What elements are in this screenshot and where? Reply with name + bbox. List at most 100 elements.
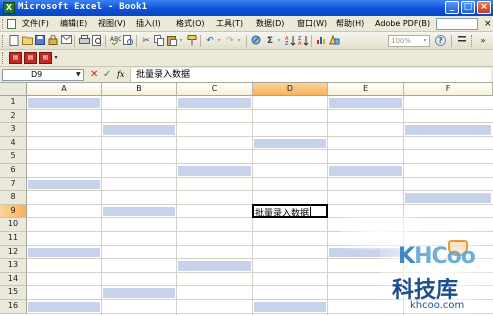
column-header-d[interactable]: D [253,83,328,96]
autosum-dropdown[interactable]: ▾ [276,35,282,47]
name-box-dropdown-icon[interactable]: ▼ [76,70,81,80]
row-header-9[interactable]: 9 [0,204,27,219]
cut-icon[interactable]: ✂ [140,35,152,47]
name-box[interactable]: D9 [2,69,84,81]
sort-ascending-icon[interactable]: AZ [284,35,296,47]
menu-edit[interactable]: 编辑(E) [60,18,87,30]
select-all-corner[interactable] [0,83,27,96]
row-header-8[interactable]: 8 [0,191,27,205]
row-header-4[interactable]: 4 [0,136,27,151]
research-icon[interactable] [122,35,134,47]
cancel-entry-icon[interactable]: ✕ [90,69,98,81]
help-search-input[interactable] [436,18,478,30]
minimize-button[interactable]: _ [445,1,459,14]
menu-window[interactable]: 窗口(W) [297,18,327,30]
menu-view[interactable]: 视图(V) [98,18,126,30]
menubar-grip[interactable] [2,19,5,29]
format-painter-icon[interactable] [186,35,198,47]
convert-to-pdf-icon[interactable]: ▤ [9,52,22,64]
maximize-button[interactable]: □ [461,1,475,14]
cell-c6[interactable] [178,166,251,176]
hyperlink-icon[interactable] [250,35,262,47]
column-header-c[interactable]: C [177,83,253,96]
undo-dropdown[interactable]: ▾ [216,35,222,47]
convert-and-review-pdf-icon[interactable]: ▤ [39,52,52,64]
pdf-toolbar-grip[interactable] [2,52,5,64]
print-icon[interactable] [78,35,90,47]
paste-options-dropdown[interactable]: ▾ [178,35,184,47]
row-header-11[interactable]: 11 [0,232,27,246]
row-header-12[interactable]: 12 [0,245,27,260]
menu-format[interactable]: 格式(O) [176,18,205,30]
open-icon[interactable] [21,35,33,47]
redo-dropdown[interactable]: ▾ [236,35,242,47]
menu-help[interactable]: 帮助(H) [336,18,364,30]
close-button[interactable]: × [477,1,491,14]
cell-e6[interactable] [329,166,402,176]
row-header-13[interactable]: 13 [0,259,27,273]
undo-icon[interactable]: ↶ [204,35,216,47]
formatting-toolbar-chevron[interactable]: » [476,35,490,47]
active-cell-d9[interactable]: 批量录入数据 [252,203,328,219]
menu-insert[interactable]: 插入(I) [136,18,161,30]
print-preview-icon[interactable] [91,35,103,47]
cell-b9[interactable] [103,206,175,217]
row-header-3[interactable]: 3 [0,123,27,137]
row-header-1[interactable]: 1 [0,96,27,110]
formula-input[interactable]: 批量录入数据 [130,68,491,82]
column-header-f[interactable]: F [404,83,493,96]
toolbar-options-icon[interactable] [456,35,468,47]
row-header-7[interactable]: 7 [0,177,27,192]
cell-a12[interactable] [28,247,100,258]
row-header-6[interactable]: 6 [0,164,27,178]
cell-e1[interactable] [329,98,402,108]
cell-c13[interactable] [178,261,251,271]
document-close-button[interactable]: × [484,18,492,30]
convert-and-email-pdf-icon[interactable]: ▤ [24,52,37,64]
row-header-10[interactable]: 10 [0,218,27,232]
toolbar-grip[interactable] [2,35,5,47]
sort-descending-icon[interactable]: ZA [297,35,309,47]
cell-c1[interactable] [178,98,251,108]
new-icon[interactable] [8,35,20,47]
cell-b15[interactable] [103,288,175,298]
column-header-a[interactable]: A [27,83,102,96]
menu-data[interactable]: 数据(D) [256,18,284,30]
cell-d4[interactable] [254,138,326,149]
menu-adobe-pdf[interactable]: Adobe PDF(B) [375,18,430,30]
redo-icon[interactable]: ↷ [224,35,236,47]
zoom-dropdown-arrow[interactable]: ▾ [421,35,429,47]
toolbar2-grip[interactable] [471,35,474,47]
cell-f3[interactable] [405,125,491,135]
row-header-14[interactable]: 14 [0,272,27,287]
save-icon[interactable] [34,35,46,47]
row-header-16[interactable]: 16 [0,300,27,314]
menu-file[interactable]: 文件(F) [22,18,49,30]
spelling-icon[interactable]: ABC [109,35,122,47]
cell-a7[interactable] [28,179,100,190]
menu-tools[interactable]: 工具(T) [216,18,243,30]
email-icon[interactable] [60,35,72,47]
row-header-5[interactable]: 5 [0,150,27,164]
cell-b3[interactable] [103,125,175,135]
excel-app-icon[interactable]: X [3,2,15,14]
cell-a16[interactable] [28,302,100,312]
help-icon[interactable]: ? [435,35,446,46]
cell-a1[interactable] [28,98,100,108]
pdf-toolbar-dropdown[interactable]: ▾ [53,52,59,64]
enter-entry-icon[interactable]: ✓ [103,69,111,81]
row-header-2[interactable]: 2 [0,109,27,124]
column-header-e[interactable]: E [328,83,404,96]
document-icon[interactable] [7,19,16,29]
cell-f8[interactable] [405,193,491,203]
column-header-b[interactable]: B [102,83,177,96]
permission-icon[interactable] [47,34,59,47]
row-header-15[interactable]: 15 [0,286,27,300]
paste-icon[interactable] [166,35,178,47]
insert-function-icon[interactable]: fx [117,69,124,81]
autosum-icon[interactable]: Σ [264,35,276,47]
copy-icon[interactable] [153,35,165,47]
chart-wizard-icon[interactable] [315,35,327,47]
drawing-icon[interactable] [328,34,340,47]
cell-d16[interactable] [254,302,326,312]
